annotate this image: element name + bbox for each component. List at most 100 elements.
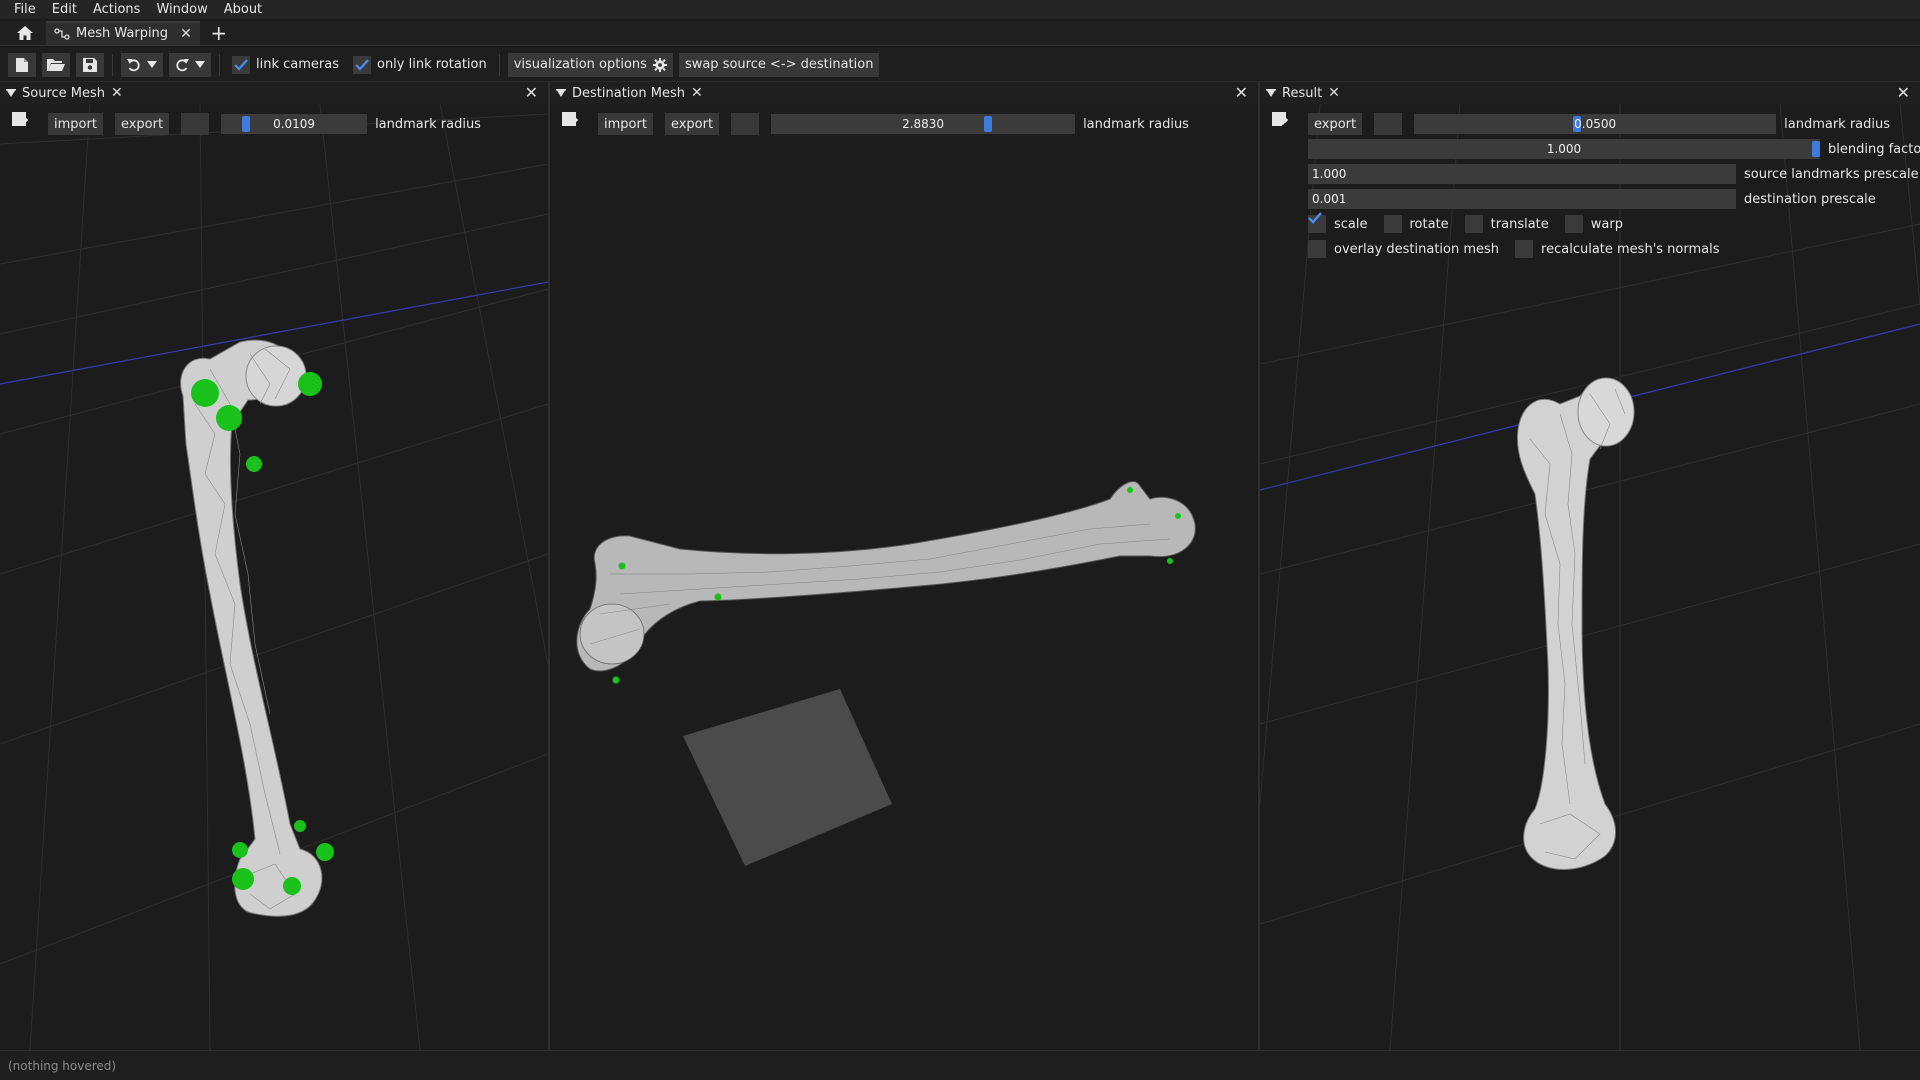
tab-bar: Mesh Warping ✕ + xyxy=(0,20,1920,46)
visualization-options-button[interactable]: visualization options xyxy=(507,52,673,77)
menu-edit[interactable]: Edit xyxy=(44,0,85,20)
save-button[interactable] xyxy=(76,52,104,77)
collapse-triangle-icon[interactable] xyxy=(6,88,16,98)
new-file-button[interactable] xyxy=(8,52,36,77)
checkmark-icon xyxy=(1308,212,1322,224)
close-panel-icon[interactable]: ✕ xyxy=(1897,83,1910,102)
destination-import-button[interactable]: import xyxy=(562,112,653,135)
recalculate-normals-checkbox[interactable] xyxy=(1515,240,1534,258)
warp-checkbox[interactable] xyxy=(1308,212,1583,233)
visualization-options-label: visualization options xyxy=(513,57,647,72)
menu-window[interactable]: Window xyxy=(148,0,215,20)
result-panel-header: Result ✕ ✕ xyxy=(1260,82,1920,104)
source-prescale-row: 1.000 source landmarks prescale xyxy=(1308,162,1919,186)
source-landmarks-prescale-label: source landmarks prescale xyxy=(1744,166,1919,182)
source-mesh-panel: Source Mesh ✕ ✕ import export 0.0109 lan… xyxy=(0,82,548,1050)
menu-file[interactable]: File xyxy=(6,0,44,20)
home-icon xyxy=(17,25,33,40)
slider-value: 1.000 xyxy=(1546,142,1582,156)
undo-icon xyxy=(127,58,140,71)
import-label: import xyxy=(54,116,97,132)
close-panel-icon[interactable]: ✕ xyxy=(525,83,538,102)
destination-prescale-label: destination prescale xyxy=(1744,191,1876,207)
close-icon[interactable]: ✕ xyxy=(691,85,703,101)
toolbar-separator xyxy=(219,53,220,76)
redo-icon xyxy=(176,58,189,71)
link-cameras-label: link cameras xyxy=(256,57,339,72)
mesh-options-row: overlay destination mesh recalculate mes… xyxy=(1308,237,1720,261)
tab-label: Mesh Warping xyxy=(76,26,169,41)
destination-viewport[interactable]: import export 2.8830 landmark radius xyxy=(550,104,1258,1050)
translate-checkbox[interactable] xyxy=(1464,215,1483,233)
swap-source-destination-button[interactable]: swap source <-> destination xyxy=(678,52,880,77)
close-panel-icon[interactable]: ✕ xyxy=(1235,83,1248,102)
overlay-destination-mesh-checkbox[interactable] xyxy=(1308,240,1326,258)
close-tab-icon[interactable]: ✕ xyxy=(180,26,192,42)
mesh-warping-icon xyxy=(54,27,70,40)
status-bar: (nothing hovered) xyxy=(0,1050,1920,1080)
menu-bar: File Edit Actions Window About xyxy=(0,0,1920,20)
new-file-icon xyxy=(16,57,28,72)
result-femur-mesh xyxy=(1516,377,1635,870)
menu-actions[interactable]: Actions xyxy=(85,0,149,20)
expand-icon xyxy=(12,112,26,126)
main-toolbar: link cameras only link rotation visualiz… xyxy=(0,48,1920,82)
destination-export-button[interactable]: export xyxy=(562,112,720,135)
ground-plane xyxy=(683,689,892,866)
menu-about[interactable]: About xyxy=(216,0,270,20)
source-export-button[interactable]: export xyxy=(12,112,170,135)
source-import-button[interactable]: import xyxy=(12,112,103,135)
destination-prescale-row: 0.001 destination prescale xyxy=(1308,187,1876,211)
rotate-checkbox[interactable] xyxy=(1383,215,1402,233)
redo-button[interactable] xyxy=(169,52,211,77)
translate-label: translate xyxy=(1490,216,1549,232)
source-viewport[interactable]: import export 0.0109 landmark radius xyxy=(0,104,548,1050)
hover-status-text: (nothing hovered) xyxy=(8,1058,117,1073)
link-cameras-toggle[interactable]: link cameras xyxy=(228,55,343,74)
only-link-rotation-checkbox[interactable] xyxy=(352,55,371,74)
close-icon[interactable]: ✕ xyxy=(1328,85,1340,101)
home-button[interactable] xyxy=(8,22,42,44)
destination-landmark-radius-slider[interactable]: 2.8830 xyxy=(771,114,1076,134)
tab-mesh-warping[interactable]: Mesh Warping ✕ xyxy=(46,20,200,45)
close-icon[interactable]: ✕ xyxy=(111,85,123,101)
add-tab-button[interactable]: + xyxy=(206,21,232,45)
result-controls: export 0.0500 landmark radius xyxy=(1272,112,1890,136)
destination-femur-mesh xyxy=(576,481,1196,684)
checkmark-icon xyxy=(355,58,369,71)
destination-prescale-input[interactable]: 0.001 xyxy=(1308,189,1736,209)
collapse-triangle-icon[interactable] xyxy=(1266,88,1276,98)
rotate-label: rotate xyxy=(1409,216,1449,232)
open-folder-button[interactable] xyxy=(42,52,70,77)
expand-icon xyxy=(562,112,576,126)
scale-label: scale xyxy=(1334,216,1368,232)
transform-options-row: scale rotate translate warp xyxy=(1308,212,1623,236)
result-fit-view-button[interactable] xyxy=(1272,112,1403,135)
source-femur-mesh xyxy=(180,339,334,917)
collapse-triangle-icon[interactable] xyxy=(556,88,566,98)
undo-button[interactable] xyxy=(121,52,163,77)
swap-label: swap source <-> destination xyxy=(684,57,874,72)
overlay-destination-mesh-label: overlay destination mesh xyxy=(1334,241,1500,257)
expand-icon xyxy=(1272,112,1286,126)
link-cameras-checkbox[interactable] xyxy=(232,55,250,74)
source-landmarks-prescale-input[interactable]: 1.000 xyxy=(1308,164,1736,184)
chevron-down-icon[interactable] xyxy=(195,60,205,69)
result-landmark-radius-slider[interactable]: 0.0500 xyxy=(1414,114,1777,134)
destination-panel-title: Destination Mesh xyxy=(572,85,685,101)
result-viewport[interactable]: export 0.0500 landmark radius 1.000 blen… xyxy=(1260,104,1920,1050)
landmark-radius-label: landmark radius xyxy=(1083,116,1189,132)
blending-factor-label: blending factor xyxy=(1828,141,1920,157)
result-export-button[interactable]: export xyxy=(1272,112,1363,135)
blending-factor-slider[interactable]: 1.000 xyxy=(1308,139,1820,159)
result-panel-title: Result xyxy=(1282,85,1323,101)
only-link-rotation-toggle[interactable]: only link rotation xyxy=(349,55,491,74)
export-label: export xyxy=(120,116,164,132)
only-link-rotation-label: only link rotation xyxy=(376,57,487,72)
destination-fit-view-button[interactable] xyxy=(562,112,760,135)
chevron-down-icon[interactable] xyxy=(147,60,157,69)
source-panel-header: Source Mesh ✕ ✕ xyxy=(0,82,548,104)
source-fit-view-button[interactable] xyxy=(12,112,210,135)
source-landmark-radius-slider[interactable]: 0.0109 xyxy=(221,114,368,134)
export-label: export xyxy=(1314,116,1357,132)
